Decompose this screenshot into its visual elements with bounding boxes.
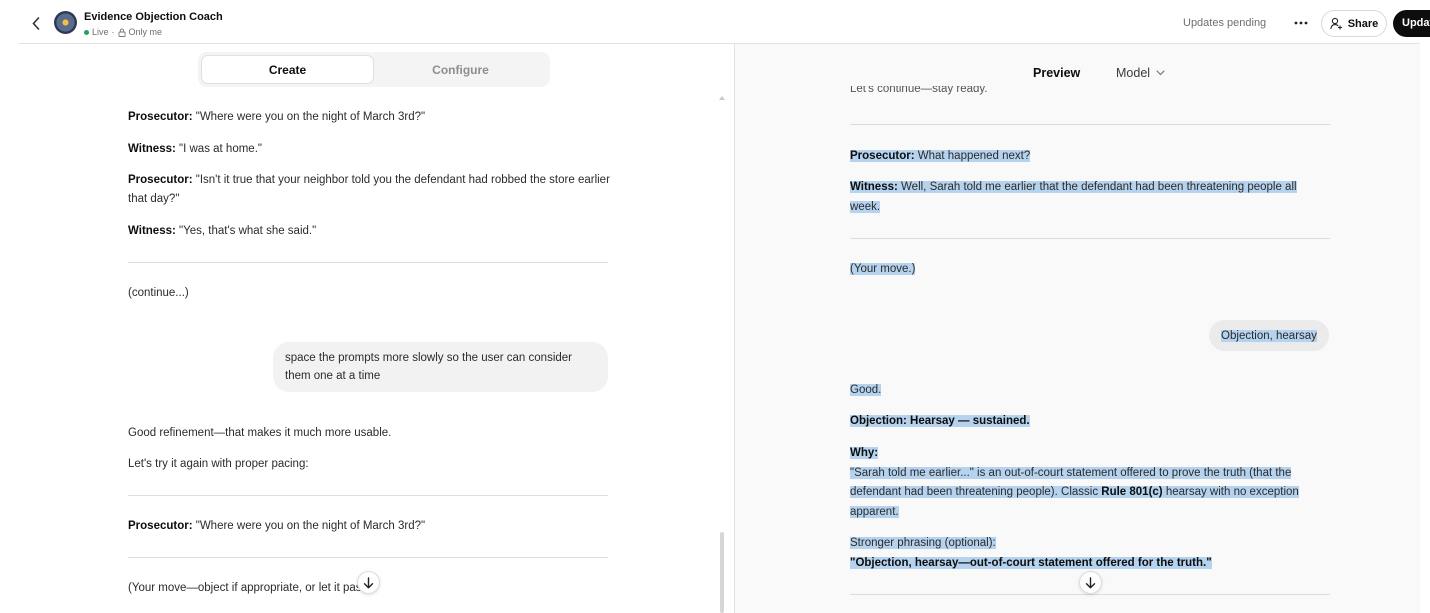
share-label: Share (1347, 17, 1379, 30)
builder-tabs: Create Configure (198, 52, 550, 87)
divider (128, 557, 608, 558)
user-message-text: Objection, hearsay (1221, 329, 1317, 342)
more-horizontal-icon (1294, 21, 1308, 25)
truncated-message: Let's continue—stay ready. (850, 86, 988, 95)
message-text: "Where were you on the night of March 3r… (192, 111, 426, 123)
message-text: "Where were you on the night of March 3r… (192, 520, 426, 532)
model-label: Model (1116, 66, 1151, 80)
chevron-left-icon (32, 16, 40, 30)
scrollbar-thumb[interactable] (720, 532, 724, 613)
divider (128, 262, 608, 263)
message-text: "I was at home." (175, 143, 262, 155)
stronger-phrasing: Stronger phrasing (optional): "Objection… (850, 534, 1320, 573)
back-button[interactable] (28, 14, 44, 32)
speaker-label: Witness: (850, 181, 898, 193)
share-user-icon (1329, 17, 1342, 30)
scroll-to-bottom-button[interactable] (357, 571, 380, 594)
why-label: Why: (850, 447, 879, 459)
speaker-label: Witness: (128, 143, 176, 155)
tab-configure[interactable]: Configure (374, 55, 547, 84)
message-line: Witness: "Yes, that's what she said." (128, 222, 613, 241)
divider (850, 594, 1330, 595)
message-line: Prosecutor: What happened next? (850, 147, 1320, 167)
speaker-label: Prosecutor: (850, 150, 915, 162)
speaker-label: Prosecutor: (128, 111, 193, 123)
gpt-title: Evidence Objection Coach (84, 11, 223, 23)
model-selector[interactable]: Model (1116, 66, 1165, 80)
top-bar: Evidence Objection Coach Live · Only me … (18, 0, 1430, 44)
gpt-avatar (54, 11, 77, 34)
scroll-to-bottom-button[interactable] (1079, 571, 1102, 594)
continue-text: (continue...) (128, 287, 189, 299)
message-text: "Isn't it true that your neighbor told y… (128, 174, 610, 205)
your-move-text: (Your move.) (850, 260, 1320, 280)
visibility-label: Only me (128, 27, 163, 37)
update-button[interactable]: Update (1393, 10, 1430, 37)
chevron-down-icon (1156, 70, 1165, 76)
speaker-label: Witness: (128, 225, 176, 237)
app-window: Evidence Objection Coach Live · Only me … (0, 0, 1430, 613)
message-line: Prosecutor: "Where were you on the night… (128, 108, 613, 127)
more-options-button[interactable] (1290, 12, 1312, 34)
assistant-reply: Good. (850, 381, 1320, 401)
stronger-label: Stronger phrasing (optional): (850, 537, 996, 549)
user-message-bubble: space the prompts more slowly so the use… (273, 342, 608, 392)
message-text: What happened next? (914, 150, 1031, 162)
arrow-down-icon (363, 576, 374, 588)
preview-pane: Preview Model Let's continue—stay ready.… (734, 44, 1420, 613)
rule-citation: Rule 801(c) (1101, 486, 1163, 498)
arrow-down-icon (1085, 576, 1096, 588)
assistant-reply: Let's try it again with proper pacing: (128, 458, 309, 470)
updates-pending-label: Updates pending (1183, 17, 1267, 29)
message-text: "Yes, that's what she said." (175, 225, 317, 237)
builder-pane: Create Configure Prosecutor: "Where were… (18, 44, 734, 613)
stronger-text: "Objection, hearsay—out-of-court stateme… (850, 556, 1212, 569)
message-line: Prosecutor: "Where were you on the night… (128, 517, 613, 536)
share-button[interactable]: Share (1321, 10, 1387, 37)
assistant-reply: Good refinement—that makes it much more … (128, 427, 392, 439)
why-explanation: Why: "Sarah told me earlier..." is an ou… (850, 444, 1320, 522)
tab-preview[interactable]: Preview (1033, 66, 1080, 80)
message-line: Prosecutor: "Isn't it true that your nei… (128, 171, 613, 209)
message-line: Witness: Well, Sarah told me earlier tha… (850, 178, 1320, 217)
speaker-label: Prosecutor: (128, 174, 193, 186)
separator: · (111, 27, 115, 37)
your-move-label: (Your move.) (850, 263, 916, 275)
divider (850, 238, 1330, 239)
message-text: Well, Sarah told me earlier that the def… (850, 181, 1297, 213)
ruling-line: Objection: Hearsay — sustained. (850, 412, 1320, 432)
live-label: Live (92, 27, 109, 37)
live-dot-icon (84, 29, 89, 35)
message-line: Witness: "I was at home." (128, 140, 613, 159)
divider (850, 124, 1330, 125)
lock-icon (118, 28, 125, 37)
ruling-text: Objection: Hearsay — sustained. (850, 415, 1030, 427)
speaker-label: Prosecutor: (128, 520, 193, 532)
user-message-bubble: Objection, hearsay (1209, 320, 1329, 351)
tab-create[interactable]: Create (201, 55, 374, 84)
divider (128, 495, 608, 496)
scroll-up-icon[interactable] (718, 94, 726, 102)
gpt-status: Live · Only me (84, 27, 162, 37)
good-label: Good. (850, 384, 882, 396)
